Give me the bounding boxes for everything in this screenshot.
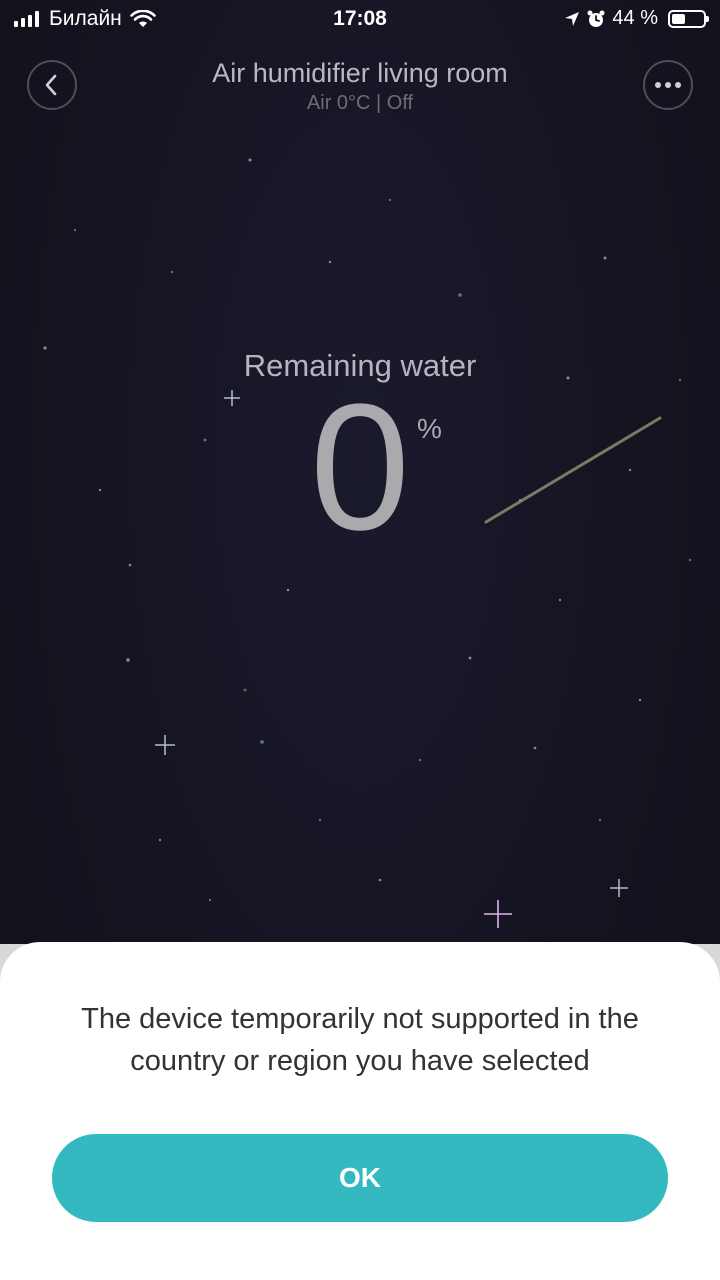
more-dots-icon	[655, 82, 681, 88]
battery-icon	[668, 9, 709, 28]
alarm-icon	[587, 10, 605, 27]
device-status: Air 0°C | Off	[306, 92, 414, 114]
remaining-water-value: 0	[309, 367, 411, 568]
battery-tip	[706, 15, 709, 22]
status-right: 44 %	[564, 7, 709, 30]
remaining-water-unit: %	[417, 413, 442, 444]
status-bar: Билайн 17:08 44 %	[0, 0, 720, 40]
ok-button[interactable]: OK	[52, 1134, 668, 1222]
device-title: Air humidifier living room	[212, 58, 508, 88]
battery-level	[672, 13, 685, 24]
device-header: Air humidifier living room Air 0°C | Off	[0, 50, 720, 130]
alert-sheet: The device temporarily not supported in …	[0, 942, 720, 1280]
battery-percent: 44 %	[612, 7, 658, 29]
more-button[interactable]	[643, 60, 693, 110]
app-screen: Билайн 17:08 44 % Air humidifier living …	[0, 0, 720, 1280]
location-arrow-icon	[565, 11, 580, 26]
alert-message: The device temporarily not supported in …	[81, 1003, 639, 1077]
